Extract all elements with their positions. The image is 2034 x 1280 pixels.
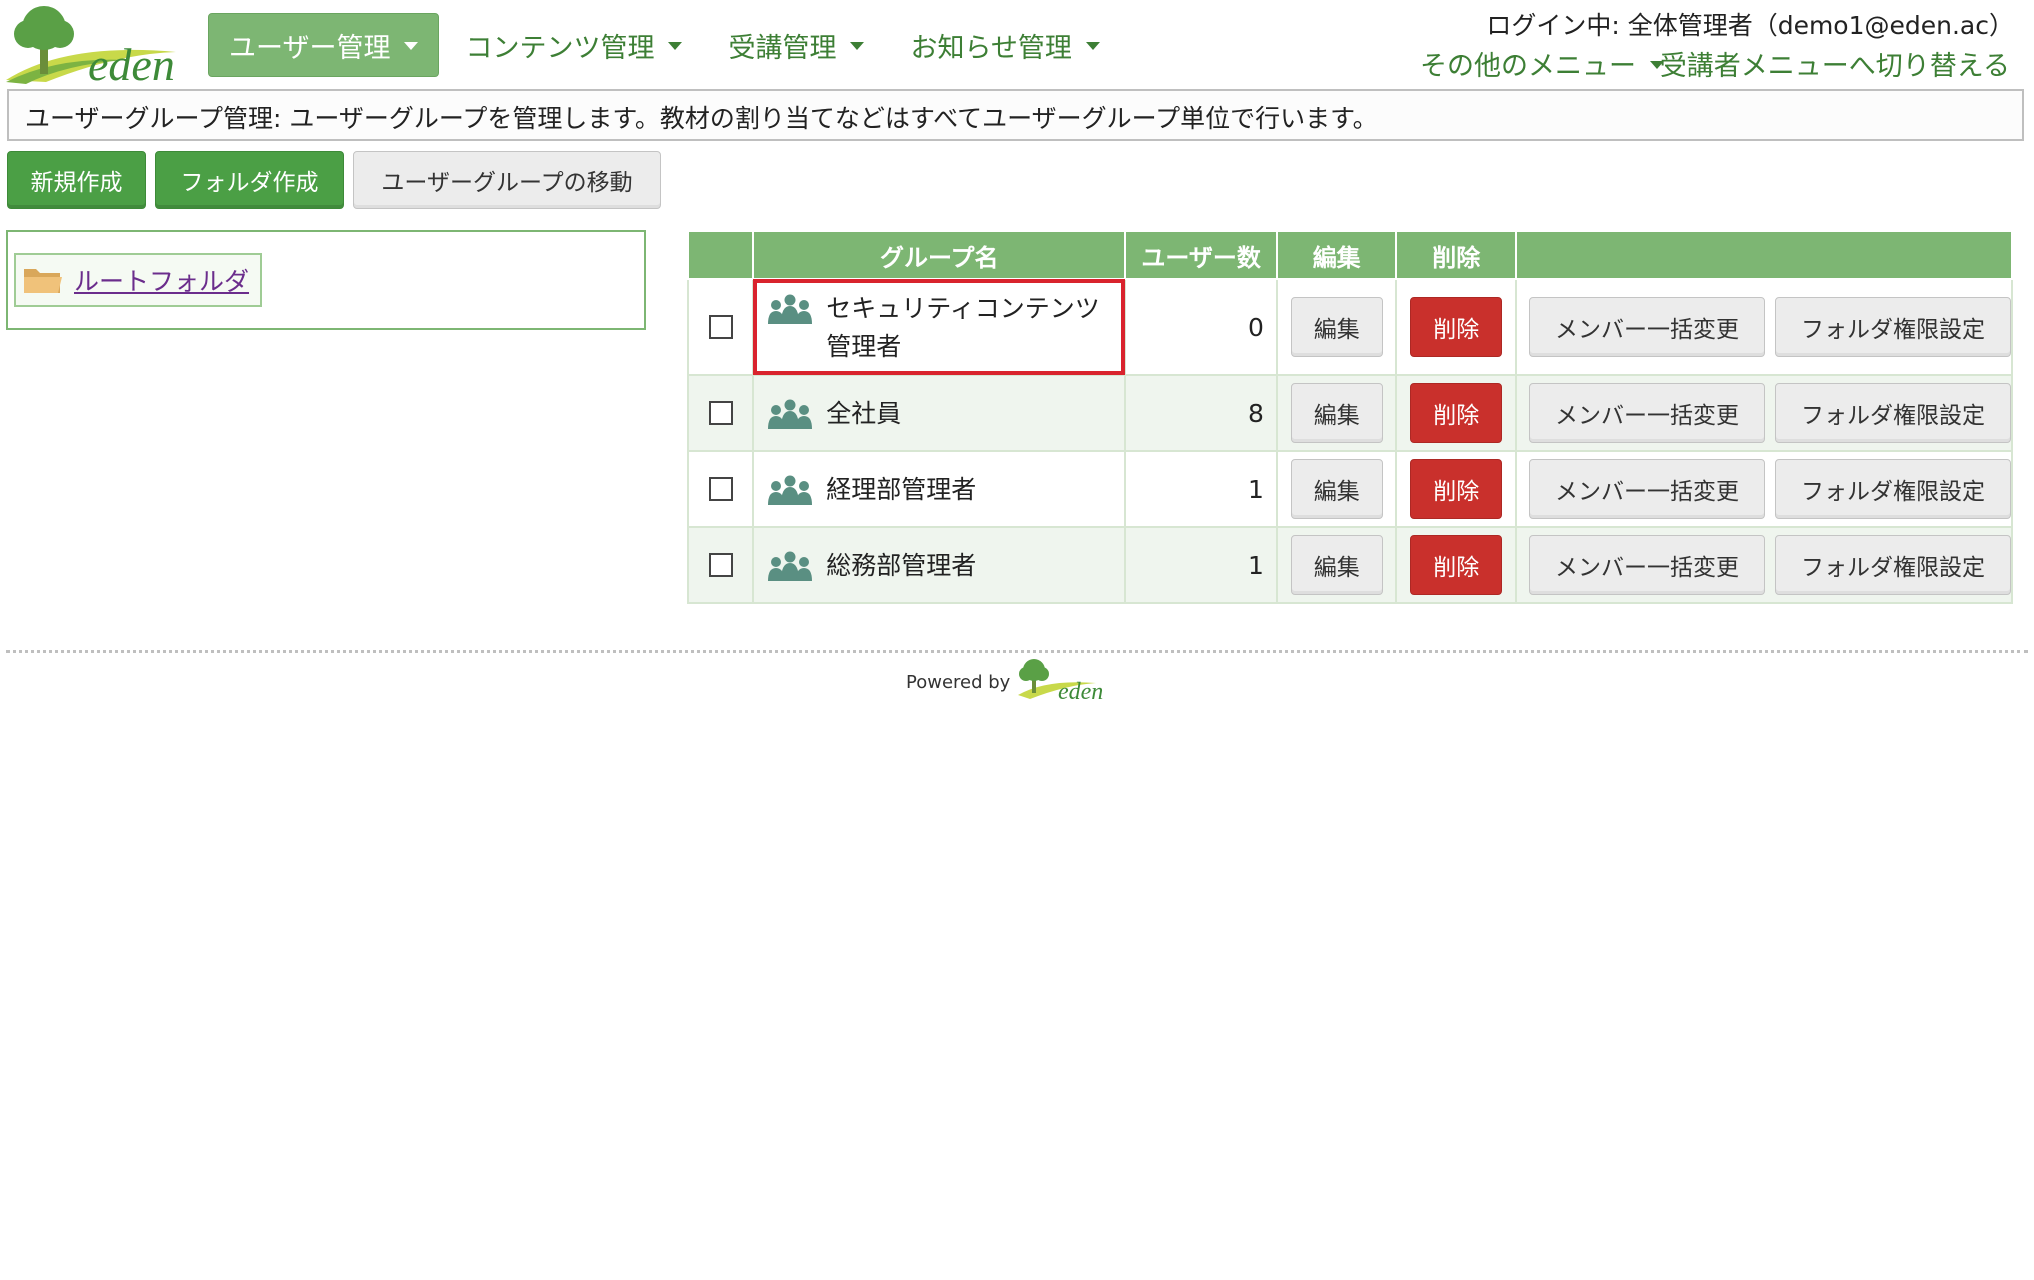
group-icon (768, 294, 813, 324)
move-group-button[interactable]: ユーザーグループの移動 (353, 151, 661, 209)
delete-cell: 削除 (1395, 450, 1517, 528)
edit-button[interactable]: 編集 (1290, 459, 1383, 519)
header-edit: 編集 (1275, 230, 1398, 280)
delete-button[interactable]: 削除 (1410, 297, 1503, 357)
bulk-member-change-button[interactable]: メンバー一括変更 (1529, 535, 1765, 595)
delete-button[interactable]: 削除 (1410, 459, 1503, 519)
group-name: 経理部管理者 (826, 475, 977, 504)
caret-down-icon (668, 42, 683, 50)
table-row: 全社員 8 編集 削除 メンバー一括変更 フォルダ権限設定 (686, 374, 2013, 452)
folder-icon (24, 269, 62, 293)
delete-button[interactable]: 削除 (1410, 383, 1503, 443)
other-menu-label: その他のメニュー (1420, 51, 1636, 82)
svg-text:eden: eden (88, 39, 175, 86)
nav-user-management[interactable]: ユーザー管理 (208, 13, 440, 77)
nav-label: お知らせ管理 (910, 32, 1072, 64)
group-name: セキュリティコンテンツ管理者 (826, 294, 1100, 361)
header-actions (1515, 230, 2013, 280)
folder-permission-button[interactable]: フォルダ権限設定 (1775, 297, 2011, 357)
eden-logo[interactable]: eden (6, 2, 192, 90)
header-select (686, 230, 755, 280)
user-count: 1 (1124, 526, 1278, 604)
edit-cell: 編集 (1275, 278, 1398, 376)
delete-button[interactable]: 削除 (1410, 535, 1503, 595)
group-icon (768, 399, 813, 429)
delete-cell: 削除 (1395, 374, 1517, 452)
table-row: 総務部管理者 1 編集 削除 メンバー一括変更 フォルダ権限設定 (686, 526, 2013, 604)
group-table: グループ名 ユーザー数 編集 削除 セキュリティコンテンツ管理者 0 編集 削除… (686, 230, 2013, 604)
row-select-cell (686, 374, 755, 452)
folder-permission-button[interactable]: フォルダ権限設定 (1775, 535, 2011, 595)
folder-tree-panel: ルートフォルダ (6, 230, 646, 330)
new-button[interactable]: 新規作成 (7, 151, 146, 209)
powered-by: Powered by eden (906, 657, 1116, 703)
row-select-cell (686, 526, 755, 604)
nav-course-management[interactable]: 受講管理 (708, 13, 884, 77)
row-checkbox[interactable] (708, 315, 733, 339)
group-icon (768, 551, 813, 581)
caret-down-icon (404, 42, 419, 50)
bulk-member-change-button[interactable]: メンバー一括変更 (1529, 383, 1765, 443)
table-row: 経理部管理者 1 編集 削除 メンバー一括変更 フォルダ権限設定 (686, 450, 2013, 528)
nav-notice-management[interactable]: お知らせ管理 (890, 13, 1119, 77)
group-name: 全社員 (826, 399, 902, 428)
other-menu[interactable]: その他のメニュー (1420, 44, 1664, 83)
row-checkbox[interactable] (708, 553, 733, 577)
switch-to-learner-menu-link[interactable]: 受講者メニューへ切り替える (1660, 44, 2010, 83)
nav-label: ユーザー管理 (229, 32, 391, 64)
actions-cell: メンバー一括変更 フォルダ権限設定 (1515, 278, 2013, 376)
header-user-count: ユーザー数 (1124, 230, 1278, 280)
group-name-cell: セキュリティコンテンツ管理者 (752, 278, 1127, 376)
delete-cell: 削除 (1395, 278, 1517, 376)
main-nav: ユーザー管理 コンテンツ管理 受講管理 お知らせ管理 (208, 13, 1126, 77)
table-row: セキュリティコンテンツ管理者 0 編集 削除 メンバー一括変更 フォルダ権限設定 (686, 278, 2013, 376)
root-folder-link[interactable]: ルートフォルダ (74, 262, 249, 298)
footer-divider (6, 650, 2028, 653)
svg-text:eden: eden (1058, 679, 1103, 703)
actions-cell: メンバー一括変更 フォルダ権限設定 (1515, 526, 2013, 604)
login-info: ログイン中: 全体管理者（demo1@eden.ac） (1486, 11, 2014, 40)
bulk-member-change-button[interactable]: メンバー一括変更 (1529, 459, 1765, 519)
user-count: 1 (1124, 450, 1278, 528)
edit-button[interactable]: 編集 (1290, 535, 1383, 595)
caret-down-icon (1085, 42, 1100, 50)
row-checkbox[interactable] (708, 401, 733, 425)
nav-label: 受講管理 (728, 32, 837, 64)
page-description: ユーザーグループ管理: ユーザーグループを管理します。教材の割り当てなどはすべて… (7, 89, 2024, 141)
edit-button[interactable]: 編集 (1290, 383, 1383, 443)
delete-cell: 削除 (1395, 526, 1517, 604)
folder-permission-button[interactable]: フォルダ権限設定 (1775, 383, 2011, 443)
bulk-member-change-button[interactable]: メンバー一括変更 (1529, 297, 1765, 357)
group-icon (768, 475, 813, 505)
eden-footer-logo: eden (1018, 659, 1104, 703)
nav-content-management[interactable]: コンテンツ管理 (445, 13, 702, 77)
row-select-cell (686, 450, 755, 528)
nav-label: コンテンツ管理 (465, 32, 655, 64)
user-count: 8 (1124, 374, 1278, 452)
user-count: 0 (1124, 278, 1278, 376)
group-name-cell: 全社員 (752, 374, 1127, 452)
header-delete: 削除 (1395, 230, 1517, 280)
edit-cell: 編集 (1275, 526, 1398, 604)
header-group-name: グループ名 (752, 230, 1127, 280)
caret-down-icon (850, 42, 865, 50)
tree-node-root[interactable]: ルートフォルダ (14, 253, 262, 307)
actions-cell: メンバー一括変更 フォルダ権限設定 (1515, 374, 2013, 452)
edit-cell: 編集 (1275, 450, 1398, 528)
row-checkbox[interactable] (708, 477, 733, 501)
create-folder-button[interactable]: フォルダ作成 (155, 151, 344, 209)
group-name: 総務部管理者 (826, 551, 977, 580)
actions-cell: メンバー一括変更 フォルダ権限設定 (1515, 450, 2013, 528)
powered-by-text: Powered by (906, 672, 1011, 693)
edit-button[interactable]: 編集 (1290, 297, 1383, 357)
folder-permission-button[interactable]: フォルダ権限設定 (1775, 459, 2011, 519)
row-select-cell (686, 278, 755, 376)
edit-cell: 編集 (1275, 374, 1398, 452)
group-name-cell: 総務部管理者 (752, 526, 1127, 604)
group-name-cell: 経理部管理者 (752, 450, 1127, 528)
